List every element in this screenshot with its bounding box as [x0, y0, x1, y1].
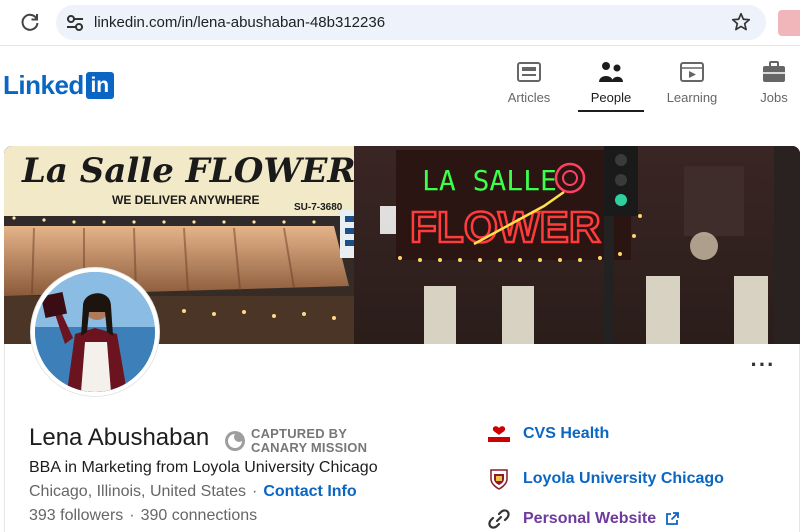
separator-dot: ·: [129, 507, 135, 524]
loyola-shield-icon: [486, 467, 512, 491]
personal-website-link[interactable]: Personal Website: [523, 510, 656, 528]
profile-headline: BBA in Marketing from Loyola University …: [29, 459, 378, 476]
shop-sign-sub: WE DELIVER ANYWHERE: [112, 193, 260, 207]
linkedin-nav: Linked in Articles People Learning Jobs: [0, 46, 800, 118]
link-icon: [486, 507, 512, 531]
external-link-icon[interactable]: [665, 512, 679, 526]
logo-wordmark: Linked: [3, 70, 84, 100]
canary-badge-line2: CANARY MISSION: [251, 440, 368, 455]
browser-toolbar: linkedin.com/in/lena-abushaban-48b312236: [0, 0, 800, 46]
linkedin-logo[interactable]: Linked in: [3, 71, 114, 99]
more-actions-button[interactable]: ···: [748, 354, 778, 378]
profile-avatar[interactable]: [31, 268, 159, 396]
connections-count[interactable]: 390 connections: [141, 507, 258, 524]
nav-people[interactable]: People: [585, 60, 637, 110]
profile-location: Chicago, Illinois, United States: [29, 483, 246, 500]
cvs-logo-icon: [486, 422, 512, 446]
nav-learning-label: Learning: [666, 90, 718, 105]
nav-people-label: People: [590, 90, 632, 105]
education-row[interactable]: Loyola University Chicago: [486, 466, 724, 492]
people-icon: [599, 62, 623, 82]
address-bar[interactable]: linkedin.com/in/lena-abushaban-48b312236: [56, 5, 766, 40]
browser-profile-avatar[interactable]: [778, 10, 800, 36]
shop-sign-phone: SU-7-3680: [294, 202, 343, 213]
profile-location-row: Chicago, Illinois, United States · Contact…: [29, 483, 357, 501]
logo-in-box: in: [85, 71, 114, 99]
site-settings-icon[interactable]: [64, 13, 86, 33]
reload-icon[interactable]: [18, 10, 42, 34]
learning-icon: [680, 62, 704, 82]
followers-count[interactable]: 393 followers: [29, 507, 123, 524]
website-row[interactable]: Personal Website: [486, 506, 679, 532]
contact-info-link[interactable]: Contact Info: [263, 483, 356, 500]
bookmark-star-icon[interactable]: [730, 11, 752, 33]
canary-badge-line1: CAPTURED BY: [251, 426, 348, 441]
separator-dot: ·: [252, 483, 258, 500]
profile-name: Lena Abushaban: [29, 424, 210, 451]
nav-articles[interactable]: Articles: [505, 60, 553, 110]
nav-learning[interactable]: Learning: [666, 60, 718, 110]
jobs-icon: [763, 61, 785, 82]
url-text[interactable]: linkedin.com/in/lena-abushaban-48b312236: [94, 14, 385, 31]
avatar-photo: [35, 272, 155, 392]
nav-jobs[interactable]: Jobs: [756, 60, 792, 110]
education-school-name[interactable]: Loyola University Chicago: [523, 470, 724, 488]
current-company-row[interactable]: CVS Health: [486, 421, 609, 447]
canary-badge-icon: [225, 431, 245, 451]
nav-articles-label: Articles: [507, 90, 551, 105]
nav-jobs-label: Jobs: [760, 90, 788, 105]
profile-stats-row: 393 followers · 390 connections: [29, 507, 257, 525]
current-company-name[interactable]: CVS Health: [523, 425, 609, 443]
active-tab-indicator: [578, 110, 644, 112]
articles-icon: [517, 62, 541, 82]
neon-top-text: LA SALLE: [422, 164, 557, 197]
canary-mission-badge[interactable]: CAPTURED BY CANARY MISSION: [224, 426, 367, 456]
